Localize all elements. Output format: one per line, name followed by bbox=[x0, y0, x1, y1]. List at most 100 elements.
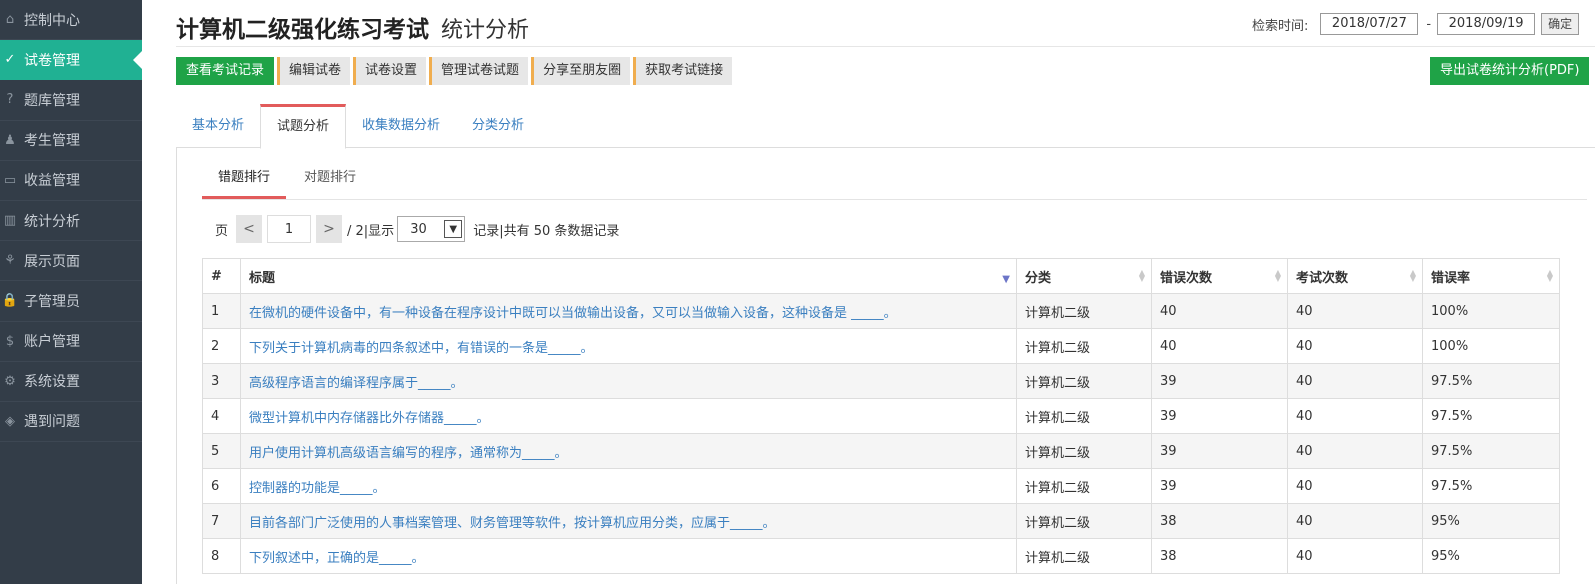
tab-basic-analysis[interactable]: 基本分析 bbox=[176, 104, 260, 147]
subtab-wrong-ranking[interactable]: 错题排行 bbox=[202, 160, 286, 199]
col-title-cell[interactable]: 微型计算机中内存储器比外存储器_____。 bbox=[240, 398, 1017, 434]
leaf-icon: ⚘ bbox=[4, 253, 16, 269]
date-from-input[interactable]: 2018/07/27 bbox=[1320, 13, 1419, 35]
next-page-button[interactable]: > bbox=[316, 215, 343, 243]
col-title-cell[interactable]: 控制器的功能是_____。 bbox=[240, 468, 1017, 504]
col-error-count-cell: 40 bbox=[1151, 328, 1288, 364]
col-title-cell[interactable]: 在微机的硬件设备中，有一种设备在程序设计中既可以当做输出设备，又可以当做输入设备… bbox=[240, 293, 1017, 329]
col-title-cell[interactable]: 下列叙述中，正确的是_____。 bbox=[240, 538, 1017, 574]
sidebar-item-label: 控制中心 bbox=[24, 12, 80, 29]
sidebar-item-label: 收益管理 bbox=[24, 173, 80, 190]
title-row: 计算机二级强化练习考试 统计分析 bbox=[176, 10, 529, 44]
table-row: 3 高级程序语言的编译程序属于_____。 计算机二级 39 40 97.5% bbox=[202, 363, 1560, 399]
col-exam-count-header[interactable]: 考试次数 ▲ ▼ bbox=[1287, 258, 1423, 294]
col-title-cell[interactable]: 高级程序语言的编译程序属于_____。 bbox=[240, 363, 1017, 399]
col-error-count-cell: 38 bbox=[1151, 538, 1288, 574]
date-range-filter: 检索时间: 2018/07/27 - 2018/09/19 确定 bbox=[1252, 13, 1580, 35]
col-index-cell: 4 bbox=[202, 398, 241, 434]
col-error-rate-cell: 97.5% bbox=[1422, 398, 1560, 434]
total-pages-text: / 2|显示 bbox=[347, 223, 395, 239]
column-label: 分类 bbox=[1025, 270, 1052, 286]
tab-collected-data[interactable]: 收集数据分析 bbox=[346, 104, 456, 147]
col-category-cell: 计算机二级 bbox=[1016, 293, 1152, 329]
col-error-rate-cell: 100% bbox=[1422, 293, 1560, 329]
sidebar-item-label: 账户管理 bbox=[24, 334, 80, 351]
col-error-count-header[interactable]: 错误次数 ▲ ▼ bbox=[1151, 258, 1288, 294]
records-summary: 记录|共有 50 条数据记录 bbox=[473, 223, 620, 239]
prev-page-button[interactable]: < bbox=[236, 215, 263, 243]
confirm-button[interactable]: 确定 bbox=[1541, 13, 1580, 35]
sidebar-item-label: 子管理员 bbox=[24, 293, 80, 310]
sort-icon: ▲ ▼ bbox=[1138, 268, 1145, 283]
col-index-cell: 6 bbox=[202, 468, 241, 504]
sidebar-item-6[interactable]: ▥ 统计分析 bbox=[0, 201, 142, 242]
col-title-header[interactable]: 标题 ▼ bbox=[240, 258, 1017, 294]
col-index-cell: 8 bbox=[202, 538, 241, 574]
col-category-cell: 计算机二级 bbox=[1016, 503, 1152, 539]
page-size-value: 30 bbox=[410, 221, 427, 237]
col-error-rate-cell: 97.5% bbox=[1422, 363, 1560, 399]
table-row: 4 微型计算机中内存储器比外存储器_____。 计算机二级 39 40 97.5% bbox=[202, 398, 1560, 434]
manage-questions-button[interactable]: 管理试卷试题 bbox=[429, 57, 529, 85]
col-error-rate-cell: 100% bbox=[1422, 328, 1560, 364]
view-records-button[interactable]: 查看考试记录 bbox=[176, 57, 275, 85]
export-pdf-button[interactable]: 导出试卷统计分析(PDF) bbox=[1430, 57, 1590, 85]
column-label: # bbox=[211, 268, 222, 284]
sort-icon: ▲ ▼ bbox=[1546, 268, 1553, 283]
col-index-header: # bbox=[202, 258, 241, 294]
table-row: 6 控制器的功能是_____。 计算机二级 39 40 97.5% bbox=[202, 468, 1560, 504]
sidebar-item-2[interactable]: ✓ 试卷管理 bbox=[0, 40, 142, 81]
lock-icon: 🔒 bbox=[1, 293, 19, 309]
col-index-cell: 2 bbox=[202, 328, 241, 364]
table-header-row: # 标题 ▼ 分类 ▲ ▼ 错误次数 ▲ ▼ 考试次数 ▲ ▼ 错误率 ▲ ▼ bbox=[202, 258, 1560, 294]
sidebar-item-1[interactable]: ⌂ 控制中心 bbox=[0, 0, 142, 41]
check-circle-icon: ✓ bbox=[4, 52, 16, 68]
sidebar-item-11[interactable]: ◈ 遇到问题 bbox=[0, 402, 142, 443]
pagination: 页 < 1 > / 2|显示 30 ▼ 记录|共有 50 条数据记录 bbox=[215, 215, 619, 243]
col-exam-count-cell: 40 bbox=[1287, 433, 1423, 469]
col-error-rate-header[interactable]: 错误率 ▲ ▼ bbox=[1422, 258, 1560, 294]
col-category-cell: 计算机二级 bbox=[1016, 433, 1152, 469]
col-error-count-cell: 38 bbox=[1151, 503, 1288, 539]
column-label: 错误率 bbox=[1431, 270, 1471, 286]
col-error-rate-cell: 95% bbox=[1422, 503, 1560, 539]
col-index-cell: 3 bbox=[202, 363, 241, 399]
table-row: 5 用户使用计算机高级语言编写的程序，通常称为_____。 计算机二级 39 40 97.… bbox=[202, 433, 1560, 469]
tab-category-analysis[interactable]: 分类分析 bbox=[456, 104, 540, 147]
sidebar-item-9[interactable]: $ 账户管理 bbox=[0, 322, 142, 362]
table-row: 8 下列叙述中，正确的是_____。 计算机二级 38 40 95% bbox=[202, 538, 1560, 574]
col-category-cell: 计算机二级 bbox=[1016, 363, 1152, 399]
page-size-select[interactable]: 30 ▼ bbox=[397, 216, 466, 242]
col-title-cell[interactable]: 目前各部门广泛使用的人事档案管理、财务管理等软件，按计算机应用分类，应属于___… bbox=[240, 503, 1017, 539]
sidebar-item-label: 展示页面 bbox=[24, 253, 80, 270]
page-label: 页 bbox=[215, 223, 229, 239]
gear-icon: ⚙ bbox=[4, 373, 16, 389]
col-error-count-cell: 39 bbox=[1151, 468, 1288, 504]
col-category-header[interactable]: 分类 ▲ ▼ bbox=[1016, 258, 1152, 294]
date-separator: - bbox=[1426, 16, 1432, 32]
subtab-correct-ranking[interactable]: 对题排行 bbox=[288, 160, 372, 199]
share-moments-button[interactable]: 分享至朋友圈 bbox=[531, 57, 631, 85]
credit-card-icon: ▭ bbox=[3, 172, 17, 188]
sidebar-item-10[interactable]: ⚙ 系统设置 bbox=[0, 362, 142, 402]
sidebar-item-8[interactable]: 🔒 子管理员 bbox=[0, 281, 142, 322]
col-category-cell: 计算机二级 bbox=[1016, 468, 1152, 504]
sidebar-item-4[interactable]: ♟ 考生管理 bbox=[0, 121, 142, 161]
page-number-input[interactable]: 1 bbox=[267, 215, 312, 243]
user-icon: ♟ bbox=[4, 132, 16, 148]
sidebar-item-7[interactable]: ⚘ 展示页面 bbox=[0, 241, 142, 282]
edit-paper-button[interactable]: 编辑试卷 bbox=[277, 57, 351, 85]
error-ranking-table: # 标题 ▼ 分类 ▲ ▼ 错误次数 ▲ ▼ 考试次数 ▲ ▼ 错误率 ▲ ▼ 1 在微机的硬件设备中，有一种… bbox=[202, 258, 1560, 574]
get-link-button[interactable]: 获取考试链接 bbox=[633, 57, 733, 85]
sidebar-item-5[interactable]: ▭ 收益管理 bbox=[0, 161, 142, 201]
sidebar-item-3[interactable]: ? 题库管理 bbox=[0, 80, 142, 121]
ranking-subtabs: 错题排行 对题排行 bbox=[202, 160, 1587, 200]
tab-question-analysis[interactable]: 试题分析 bbox=[260, 104, 347, 149]
col-title-cell[interactable]: 下列关于计算机病毒的四条叙述中，有错误的一条是_____。 bbox=[240, 328, 1017, 364]
col-exam-count-cell: 40 bbox=[1287, 398, 1423, 434]
table-row: 7 目前各部门广泛使用的人事档案管理、财务管理等软件，按计算机应用分类，应属于__… bbox=[202, 503, 1560, 539]
title-divider bbox=[176, 46, 1595, 47]
date-to-input[interactable]: 2018/09/19 bbox=[1437, 13, 1536, 35]
col-title-cell[interactable]: 用户使用计算机高级语言编写的程序，通常称为_____。 bbox=[240, 433, 1017, 469]
paper-settings-button[interactable]: 试卷设置 bbox=[353, 57, 427, 85]
